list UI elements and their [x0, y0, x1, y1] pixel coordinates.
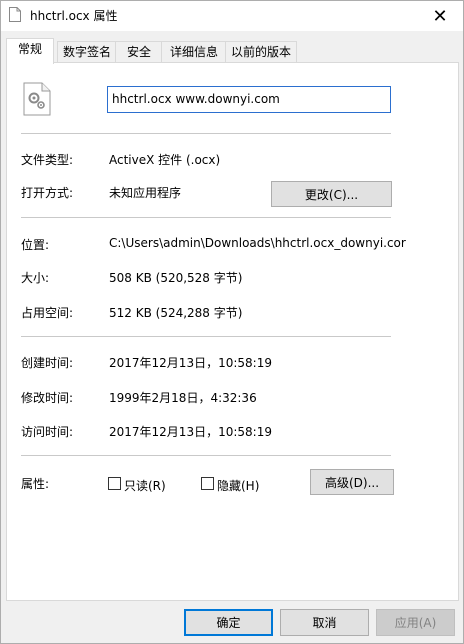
size-label: 大小: [21, 271, 50, 285]
window-title: hhctrl.ocx 属性 [30, 9, 118, 23]
readonly-checkbox[interactable] [108, 477, 121, 490]
cancel-button[interactable]: 取消 [280, 609, 369, 636]
close-button[interactable]: ✕ [417, 1, 463, 31]
created-value: 2017年12月13日，10:58:19 [109, 356, 272, 370]
tab-digital-signatures[interactable]: 数字签名 [57, 41, 117, 63]
location-value: C:\Users\admin\Downloads\hhctrl.ocx_down… [109, 236, 406, 250]
size-value: 508 KB (520,528 字节) [109, 271, 243, 285]
tab-previous-versions[interactable]: 以前的版本 [225, 41, 297, 63]
opens-with-label: 打开方式: [21, 186, 74, 200]
advanced-button[interactable]: 高级(D)... [310, 469, 394, 495]
readonly-label[interactable]: 只读(R) [124, 477, 166, 494]
tab-details[interactable]: 详细信息 [161, 41, 227, 63]
tab-general[interactable]: 常规 [6, 38, 54, 64]
close-icon: ✕ [432, 5, 448, 27]
opens-with-value: 未知应用程序 [109, 186, 182, 200]
title-bar[interactable]: hhctrl.ocx 属性 ✕ [1, 1, 463, 31]
accessed-value: 2017年12月13日，10:58:19 [109, 425, 272, 439]
general-panel [6, 62, 459, 601]
ok-button[interactable]: 确定 [184, 609, 273, 636]
file-type-label: 文件类型: [21, 153, 74, 167]
change-button[interactable]: 更改(C)... [271, 181, 392, 207]
divider [21, 336, 391, 337]
size-on-disk-label: 占用空间: [21, 306, 74, 320]
accessed-label: 访问时间: [21, 425, 74, 439]
properties-window: hhctrl.ocx 属性 ✕ 常规 数字签名 安全 详细信息 以前的版本 hh… [0, 0, 464, 644]
file-name-input[interactable]: hhctrl.ocx www.downyi.com [107, 86, 391, 113]
tab-security[interactable]: 安全 [115, 41, 163, 63]
attributes-label: 属性: [21, 477, 50, 491]
modified-value: 1999年2月18日，4:32:36 [109, 391, 257, 405]
apply-button[interactable]: 应用(A) [376, 609, 455, 636]
hidden-label[interactable]: 隐藏(H) [217, 477, 259, 494]
location-label: 位置: [21, 238, 50, 252]
file-icon-small [9, 7, 21, 22]
file-type-value: ActiveX 控件 (.ocx) [109, 153, 221, 167]
size-on-disk-value: 512 KB (524,288 字节) [109, 306, 243, 320]
divider [21, 455, 391, 456]
modified-label: 修改时间: [21, 391, 74, 405]
ocx-file-icon [23, 82, 51, 116]
created-label: 创建时间: [21, 356, 74, 370]
divider [21, 217, 391, 218]
hidden-checkbox[interactable] [201, 477, 214, 490]
divider [21, 133, 391, 134]
